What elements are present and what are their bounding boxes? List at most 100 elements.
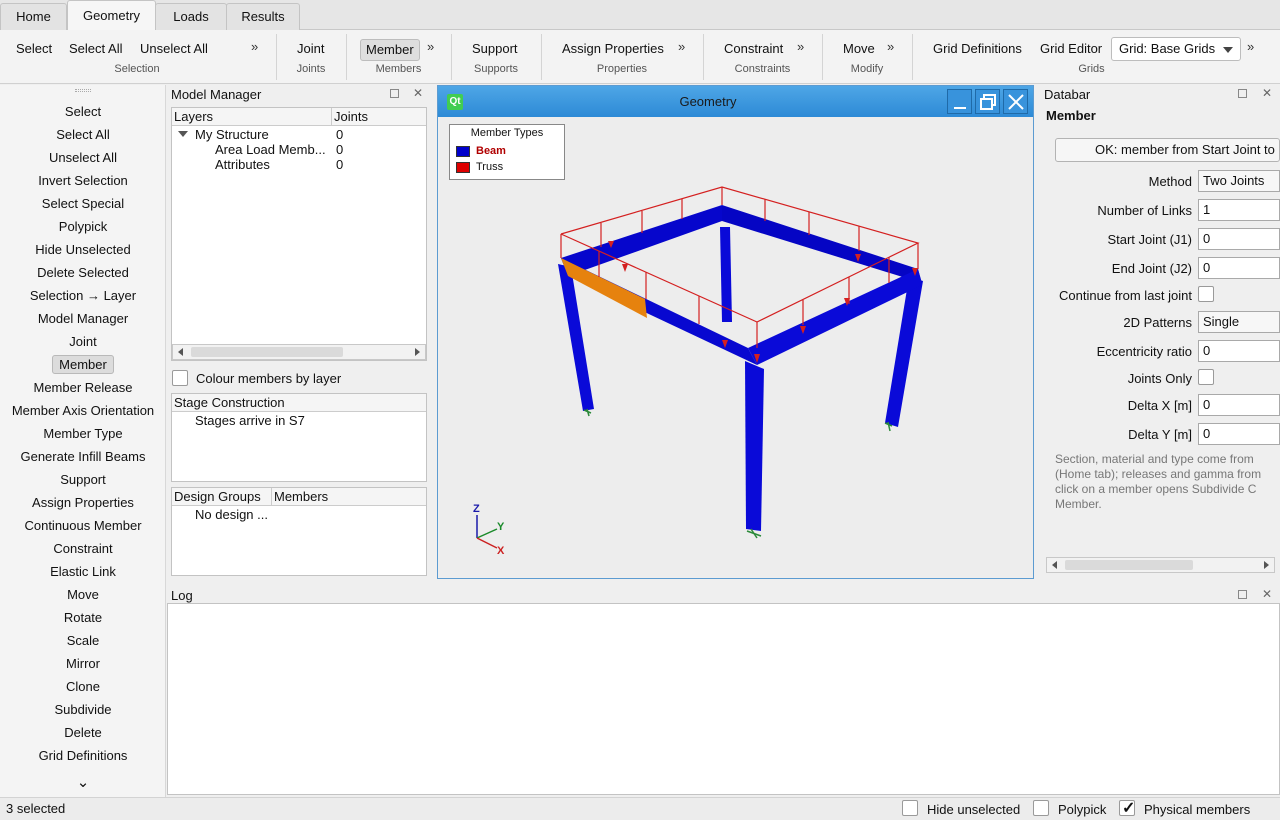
eccentricity-ratio-input[interactable]: 0 [1198, 340, 1280, 362]
left-tool-item[interactable]: Member Release [0, 378, 166, 398]
members-more-icon[interactable]: » [427, 39, 434, 54]
float-icon[interactable] [390, 89, 399, 98]
left-tool-item[interactable]: Select Special [0, 194, 166, 214]
left-tool-item[interactable]: Mirror [0, 654, 166, 674]
design-groups-header[interactable]: Design Groups [172, 488, 272, 506]
delta-x-input[interactable]: 0 [1198, 394, 1280, 416]
selection-more-icon[interactable]: » [251, 39, 258, 54]
select-all-button[interactable]: Select All [66, 39, 125, 61]
left-tool-item[interactable]: Hide Unselected [0, 240, 166, 260]
colour-by-layer-checkbox[interactable] [172, 370, 188, 386]
left-tool-item[interactable]: Member Type [0, 424, 166, 444]
horizontal-scrollbar[interactable] [172, 344, 426, 360]
move-button[interactable]: Move [840, 39, 878, 61]
left-tool-item[interactable]: Clone [0, 677, 166, 697]
grid-select[interactable]: Grid: Base Grids [1111, 37, 1241, 61]
left-tool-item[interactable]: Move [0, 585, 166, 605]
drag-handle[interactable] [75, 89, 91, 92]
close-window-button[interactable] [1003, 89, 1028, 114]
scroll-right-icon[interactable] [415, 348, 420, 356]
joint-button[interactable]: Joint [294, 39, 327, 61]
polypick-checkbox[interactable] [1033, 800, 1049, 816]
design-groups-panel[interactable]: Design Groups Members No design ... [171, 487, 427, 576]
properties-more-icon[interactable]: » [678, 39, 685, 54]
tree-row-name[interactable]: My Structure [195, 127, 330, 142]
geometry-titlebar[interactable]: Qt Geometry [438, 86, 1033, 117]
scroll-left-icon[interactable] [1052, 561, 1057, 569]
2d-patterns-select[interactable]: Single [1198, 311, 1280, 333]
left-tool-item[interactable]: Grid Definitions [0, 746, 166, 766]
left-tool-item[interactable]: Scale [0, 631, 166, 651]
continue-last-joint-checkbox[interactable] [1198, 286, 1214, 302]
physical-members-checkbox[interactable] [1119, 798, 1135, 818]
layers-tree[interactable]: Layers Joints My Structure 0 Area Load M… [171, 107, 427, 361]
geometry-window[interactable]: Qt Geometry Z Y X Member Types Beam Trus… [437, 85, 1034, 579]
tree-row-name[interactable]: Attributes [215, 157, 327, 172]
viewport-3d[interactable]: Z Y X Member Types Beam Truss [439, 117, 1033, 577]
maximize-button[interactable] [975, 89, 1000, 114]
left-tool-item[interactable]: Constraint [0, 539, 166, 559]
grid-definitions-button[interactable]: Grid Definitions [930, 39, 1025, 61]
left-tool-item[interactable]: Delete Selected [0, 263, 166, 283]
left-tool-item[interactable]: Assign Properties [0, 493, 166, 513]
left-tool-item[interactable]: Member Axis Orientation [0, 401, 166, 421]
databar-scrollbar[interactable] [1046, 557, 1275, 573]
left-tool-item[interactable]: Continuous Member [0, 516, 166, 536]
left-tool-item[interactable]: Delete [0, 723, 166, 743]
close-icon[interactable]: ✕ [1262, 87, 1272, 99]
left-tool-item[interactable]: Generate Infill Beams [0, 447, 166, 467]
left-tool-item[interactable]: Elastic Link [0, 562, 166, 582]
tab-home[interactable]: Home [0, 3, 67, 30]
delta-y-input[interactable]: 0 [1198, 423, 1280, 445]
left-tool-item[interactable]: Subdivide [0, 700, 166, 720]
constraint-button[interactable]: Constraint [721, 39, 786, 61]
start-joint-input[interactable]: 0 [1198, 228, 1280, 250]
close-icon[interactable]: ✕ [413, 87, 423, 99]
number-of-links-input[interactable]: 1 [1198, 199, 1280, 221]
stage-construction-text[interactable]: Stages arrive in S7 [195, 413, 305, 428]
constraints-more-icon[interactable]: » [797, 39, 804, 54]
left-tool-item[interactable]: Invert Selection [0, 171, 166, 191]
left-tool-item[interactable]: Rotate [0, 608, 166, 628]
select-button[interactable]: Select [13, 39, 55, 61]
joints-column-header[interactable]: Joints [332, 108, 426, 126]
tab-loads[interactable]: Loads [155, 3, 227, 30]
layers-column-header[interactable]: Layers [172, 108, 332, 126]
grid-editor-button[interactable]: Grid Editor [1037, 39, 1105, 61]
left-tool-item[interactable]: Selection → Layer [0, 286, 166, 306]
left-tool-item[interactable]: Select All [0, 125, 166, 145]
stage-construction-panel[interactable]: Stage Construction Stages arrive in S7 [171, 393, 427, 482]
expand-arrow-icon[interactable] [178, 131, 188, 137]
modify-more-icon[interactable]: » [887, 39, 894, 54]
grids-more-icon[interactable]: » [1247, 39, 1254, 54]
unselect-all-button[interactable]: Unselect All [137, 39, 211, 61]
joints-only-checkbox[interactable] [1198, 369, 1214, 385]
scroll-thumb[interactable] [1065, 560, 1193, 570]
left-tool-item-active[interactable]: Member [0, 355, 166, 375]
left-tool-item[interactable]: Model Manager [0, 309, 166, 329]
scroll-left-icon[interactable] [178, 348, 183, 356]
tab-results[interactable]: Results [226, 3, 300, 30]
members-header[interactable]: Members [272, 488, 426, 506]
toolbar-more-icon[interactable]: ⌄ [0, 773, 166, 793]
hide-unselected-checkbox[interactable] [902, 800, 918, 816]
assign-properties-button[interactable]: Assign Properties [559, 39, 667, 61]
method-select[interactable]: Two Joints [1198, 170, 1280, 192]
member-column-front[interactable] [745, 361, 764, 531]
left-tool-item[interactable]: Select [0, 102, 166, 122]
log-output[interactable] [167, 603, 1280, 795]
left-tool-item[interactable]: Unselect All [0, 148, 166, 168]
member-button[interactable]: Member [360, 39, 420, 61]
tree-row-name[interactable]: Area Load Memb... [215, 142, 327, 157]
design-groups-text[interactable]: No design ... [195, 507, 268, 522]
support-button[interactable]: Support [469, 39, 521, 61]
member-beam-back-right[interactable] [722, 205, 922, 283]
minimize-button[interactable] [947, 89, 972, 114]
close-icon[interactable]: ✕ [1262, 588, 1272, 600]
scroll-right-icon[interactable] [1264, 561, 1269, 569]
left-tool-item[interactable]: Joint [0, 332, 166, 352]
structure-model[interactable] [439, 117, 1033, 577]
scroll-thumb[interactable] [191, 347, 343, 357]
tab-geometry[interactable]: Geometry [67, 0, 156, 31]
end-joint-input[interactable]: 0 [1198, 257, 1280, 279]
